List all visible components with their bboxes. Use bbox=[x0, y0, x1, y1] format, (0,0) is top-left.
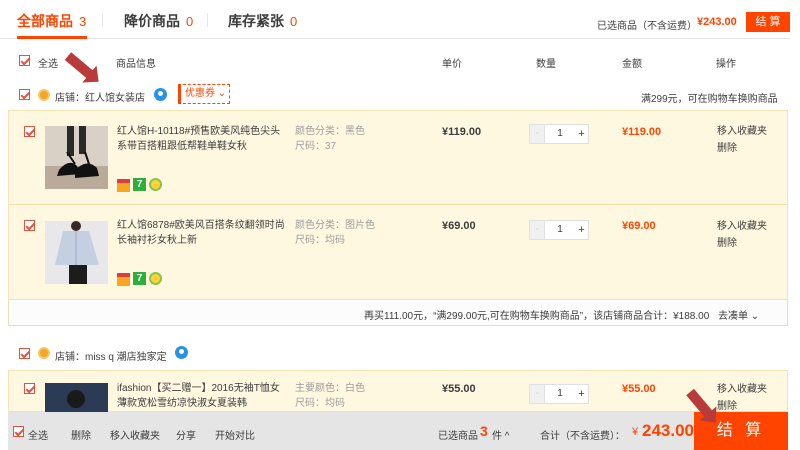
hand-badge-icon bbox=[149, 272, 162, 285]
store-promo: 满299元，可在购物车换购商品 bbox=[641, 94, 778, 105]
tab-label: 降价商品 bbox=[124, 13, 180, 29]
qty-minus-button[interactable]: - bbox=[530, 221, 544, 239]
store-name[interactable]: 店铺：miss q 潮店独家定 bbox=[55, 348, 167, 363]
tab-count: 0 bbox=[290, 14, 298, 29]
tab-separator bbox=[207, 13, 208, 27]
qty-input[interactable]: 1 bbox=[544, 125, 576, 143]
qty-input[interactable]: 1 bbox=[544, 385, 576, 403]
cart-item: 红人馆H-10118#预售欧美风纯色尖头系带百搭粗跟低帮鞋单鞋女秋 7 颜色分类… bbox=[8, 110, 788, 205]
qty-minus-button[interactable]: - bbox=[530, 125, 544, 143]
top-selected-amount: ¥243.00 bbox=[697, 16, 737, 28]
cart-item: ifashion【买二赠一】2016无袖T恤女薄款宽松雪纺凉快淑女夏装韩 主要颜… bbox=[8, 370, 788, 413]
tab-label: 库存紧张 bbox=[228, 13, 284, 29]
tab-label: 全部商品 bbox=[17, 13, 73, 29]
bottom-compare-link[interactable]: 开始对比 bbox=[215, 427, 255, 442]
store-badge-icon bbox=[38, 89, 50, 101]
column-header-info: 商品信息 bbox=[116, 59, 156, 70]
bottom-favorite-link[interactable]: 移入收藏夹 bbox=[110, 427, 160, 442]
store-summary-text: 再买111.00元，“满299.00元,可在购物车换购商品”，该店铺商品合计：¥… bbox=[364, 311, 710, 322]
qty-plus-button[interactable]: + bbox=[575, 385, 588, 403]
product-title[interactable]: 红人馆H-10118#预售欧美风纯色尖头系带百搭粗跟低帮鞋单鞋女秋 bbox=[117, 124, 287, 154]
item-sum: ¥69.00 bbox=[622, 220, 656, 232]
qty-plus-button[interactable]: + bbox=[575, 125, 588, 143]
delete-link[interactable]: 删除 bbox=[717, 140, 737, 157]
product-title[interactable]: ifashion【买二赠一】2016无袖T恤女薄款宽松雪纺凉快淑女夏装韩 bbox=[117, 381, 287, 411]
bottom-delete-link[interactable]: 删除 bbox=[71, 427, 91, 442]
product-title[interactable]: 红人馆6878#欧美风百搭条纹翻领时尚长袖衬衫女秋上新 bbox=[117, 218, 287, 248]
qty-minus-button[interactable]: - bbox=[530, 385, 544, 403]
product-prop-color: 颜色分类：图片色 bbox=[295, 220, 375, 231]
top-selected-label: 已选商品（不含运费） bbox=[597, 21, 697, 32]
top-settle-button[interactable]: 结 算 bbox=[746, 12, 790, 32]
hand-badge-icon bbox=[149, 178, 162, 191]
bottom-toolbar: 全选 删除 移入收藏夹 分享 开始对比 已选商品 3 件 ^ 合计（不含运费）：… bbox=[8, 412, 788, 450]
bottom-select-all-label[interactable]: 全选 bbox=[28, 427, 48, 442]
store-checkbox[interactable] bbox=[19, 348, 30, 359]
unit-price: ¥55.00 bbox=[442, 383, 476, 395]
store-badge-icon bbox=[38, 347, 50, 359]
unit-price: ¥69.00 bbox=[442, 220, 476, 232]
qty-input[interactable]: 1 bbox=[544, 221, 576, 239]
credit-card-icon bbox=[117, 273, 130, 286]
seven-day-return-icon: 7 bbox=[133, 272, 146, 285]
credit-card-icon bbox=[117, 179, 130, 192]
item-checkbox[interactable] bbox=[24, 220, 35, 231]
column-header-qty: 数量 bbox=[536, 59, 556, 70]
product-image[interactable] bbox=[45, 126, 108, 189]
seven-day-return-icon: 7 bbox=[133, 178, 146, 191]
bottom-select-all-checkbox[interactable] bbox=[13, 426, 24, 437]
move-to-favorite-link[interactable]: 移入收藏夹 bbox=[717, 218, 767, 235]
total-currency: ¥ bbox=[632, 426, 639, 438]
tab-count: 3 bbox=[79, 14, 87, 29]
product-prop-size: 尺码：37 bbox=[295, 141, 337, 152]
column-header-unit-price: 单价 bbox=[442, 59, 462, 70]
product-prop-color: 主要颜色：白色 bbox=[295, 383, 365, 394]
tab-low-stock[interactable]: 库存紧张 0 bbox=[228, 11, 297, 31]
item-checkbox[interactable] bbox=[24, 126, 35, 137]
tab-underline-track bbox=[0, 38, 790, 39]
product-prop-size: 尺码：均码 bbox=[295, 398, 345, 409]
quantity-stepper[interactable]: - 1 + bbox=[529, 124, 589, 144]
coupon-button[interactable]: 优惠券 ⌄ bbox=[178, 84, 230, 104]
store-summary-row: 再买111.00元，“满299.00元,可在购物车换购商品”，该店铺商品合计：¥… bbox=[8, 300, 788, 326]
selected-count[interactable]: 3 bbox=[480, 423, 488, 439]
item-checkbox[interactable] bbox=[24, 383, 35, 394]
tab-active-indicator bbox=[17, 36, 87, 39]
store-checkbox[interactable] bbox=[19, 89, 30, 100]
store-name[interactable]: 店铺：红人馆女装店 bbox=[55, 89, 145, 104]
item-sum: ¥119.00 bbox=[622, 126, 662, 138]
select-all-checkbox[interactable] bbox=[19, 55, 30, 66]
add-more-link[interactable]: 去凑单 ⌄ bbox=[718, 307, 759, 322]
column-header-amount: 金额 bbox=[622, 59, 642, 70]
quantity-stepper[interactable]: - 1 + bbox=[529, 220, 589, 240]
product-prop-size: 尺码：均码 bbox=[295, 235, 345, 246]
tab-count: 0 bbox=[186, 14, 194, 29]
tab-price-drop[interactable]: 降价商品 0 bbox=[124, 11, 193, 31]
column-header-ops: 操作 bbox=[716, 59, 736, 70]
tab-separator bbox=[102, 13, 103, 27]
unit-price: ¥119.00 bbox=[442, 126, 482, 138]
cart-item: 红人馆6878#欧美风百搭条纹翻领时尚长袖衬衫女秋上新 7 颜色分类：图片色 尺… bbox=[8, 204, 788, 300]
selected-count-label: 已选商品 bbox=[438, 431, 478, 442]
move-to-favorite-link[interactable]: 移入收藏夹 bbox=[717, 123, 767, 140]
tab-all-items[interactable]: 全部商品 3 bbox=[17, 11, 86, 31]
annotation-arrow bbox=[64, 52, 98, 82]
selected-count-unit[interactable]: 件 ^ bbox=[492, 427, 509, 442]
quantity-stepper[interactable]: - 1 + bbox=[529, 384, 589, 404]
product-image[interactable] bbox=[45, 383, 108, 413]
wangwang-chat-icon[interactable] bbox=[175, 346, 188, 359]
item-sum: ¥55.00 bbox=[622, 383, 656, 395]
move-to-favorite-link[interactable]: 移入收藏夹 bbox=[717, 381, 767, 398]
total-label: 合计（不含运费）： bbox=[540, 431, 625, 442]
product-image[interactable] bbox=[45, 221, 108, 284]
qty-plus-button[interactable]: + bbox=[575, 221, 588, 239]
product-prop-color: 颜色分类：黑色 bbox=[295, 126, 365, 137]
total-amount: 243.00 bbox=[642, 421, 694, 440]
wangwang-chat-icon[interactable] bbox=[154, 88, 167, 101]
bottom-share-link[interactable]: 分享 bbox=[176, 427, 196, 442]
select-all-label: 全选 bbox=[38, 59, 58, 70]
delete-link[interactable]: 删除 bbox=[717, 235, 737, 252]
